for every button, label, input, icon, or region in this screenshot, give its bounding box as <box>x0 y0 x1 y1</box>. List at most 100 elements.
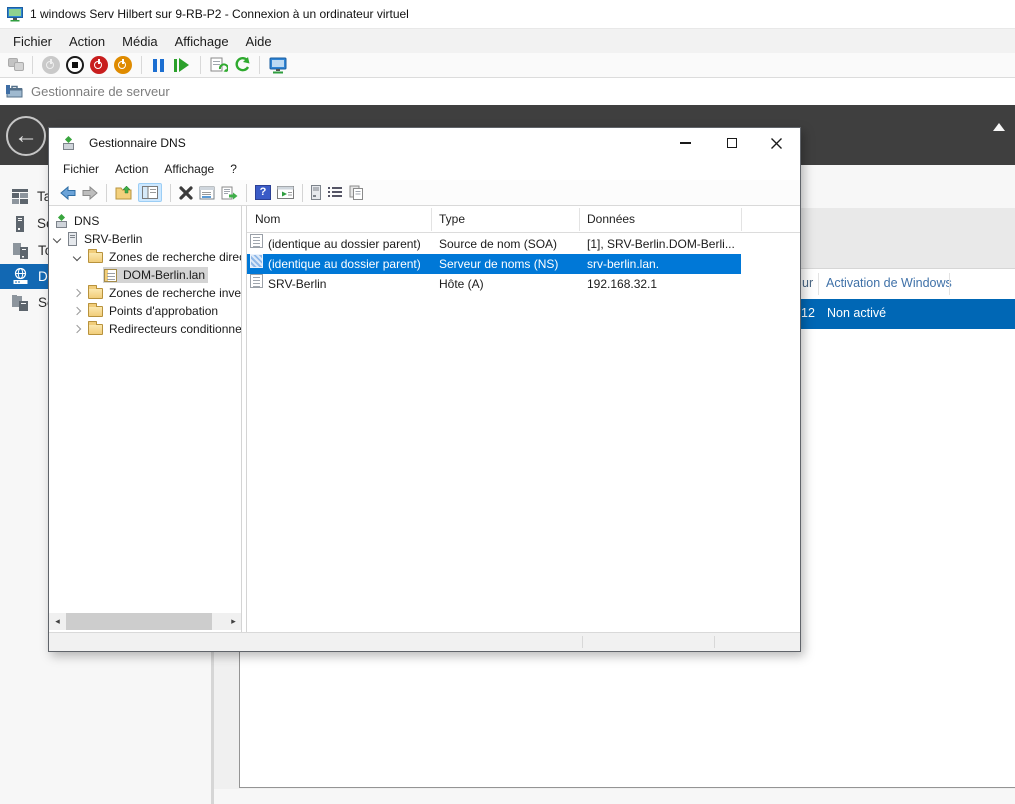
up-one-level-icon[interactable] <box>115 185 132 200</box>
tree-item-reverse-zones[interactable]: Zones de recherche inve <box>49 284 242 302</box>
column-divider[interactable] <box>431 208 432 231</box>
record-row-soa[interactable]: (identique au dossier parent) Source de … <box>247 234 741 254</box>
record-row-host-a[interactable]: SRV-Berlin Hôte (A) 192.168.32.1 <box>247 274 741 294</box>
toolbar-separator <box>141 56 142 74</box>
toolbar-separator <box>200 56 201 74</box>
show-console-tree-icon[interactable] <box>138 183 162 202</box>
toolbar-separator <box>106 184 107 202</box>
file-storage-services-icon <box>12 294 29 311</box>
all-servers-icon <box>12 243 29 259</box>
minimize-button[interactable] <box>663 128 708 158</box>
dns-menu-action[interactable]: Action <box>115 162 148 176</box>
enhanced-session-icon[interactable] <box>269 57 287 74</box>
resume-vm-icon[interactable] <box>174 58 189 72</box>
vm-menu-fichier[interactable]: Fichier <box>13 34 52 49</box>
back-arrow-icon[interactable]: ← <box>6 116 46 156</box>
server-icon[interactable] <box>311 185 321 200</box>
list-view-icon[interactable] <box>327 186 343 200</box>
show-window-icon[interactable] <box>277 186 294 199</box>
sm-selected-server-row[interactable]: 12 Non activé <box>801 299 1015 329</box>
export-list-icon[interactable] <box>221 186 238 200</box>
cell-type: Hôte (A) <box>439 274 484 294</box>
vm-menu-action[interactable]: Action <box>69 34 105 49</box>
close-button[interactable] <box>754 128 799 158</box>
hyperv-monitor-icon <box>7 7 23 22</box>
column-divider[interactable] <box>579 208 580 231</box>
tree-item-dom-berlin-lan[interactable]: DOM-Berlin.lan <box>49 266 242 284</box>
column-header-donnees[interactable]: Données <box>587 212 635 226</box>
tree-item-label: DNS <box>74 214 99 228</box>
folder-icon <box>88 306 103 317</box>
scroll-left-icon[interactable]: ◂ <box>49 613 66 630</box>
sm-tile-strip <box>801 208 1015 269</box>
tree-horizontal-scrollbar[interactable]: ◂ ▸ <box>49 613 242 630</box>
dns-menubar: Fichier Action Affichage ? <box>49 158 800 180</box>
column-divider <box>818 273 819 295</box>
record-row-ns-selected[interactable]: (identique au dossier parent) Serveur de… <box>247 254 741 274</box>
tree-item-label: Zones de recherche inve <box>109 286 241 300</box>
statusbar-divider <box>714 636 715 648</box>
tree-item-forward-zones[interactable]: Zones de recherche direc <box>49 248 242 266</box>
column-header-nom[interactable]: Nom <box>255 212 280 226</box>
cell-nom: SRV-Berlin <box>268 274 326 294</box>
chevron-collapsed-icon[interactable] <box>73 289 81 297</box>
checkpoint-icon[interactable] <box>210 57 228 73</box>
tree-item-srv-berlin[interactable]: SRV-Berlin <box>49 230 242 248</box>
chevron-expanded-icon[interactable] <box>73 253 81 261</box>
vm-window-title: 1 windows Serv Hilbert sur 9-RB-P2 - Con… <box>30 7 409 21</box>
tree-item-conditional-forwarders[interactable]: Redirecteurs conditionne <box>49 320 242 338</box>
scrollbar-thumb[interactable] <box>66 613 212 630</box>
dns-menu-help[interactable]: ? <box>230 162 237 176</box>
chevron-expanded-icon[interactable] <box>53 235 61 243</box>
chevron-collapsed-icon[interactable] <box>73 325 81 333</box>
dns-menu-fichier[interactable]: Fichier <box>63 162 99 176</box>
save-vm-icon[interactable] <box>114 56 132 74</box>
records-list-pane: Nom Type Données (identique au dossier p… <box>246 206 800 632</box>
shut-down-vm-icon[interactable] <box>90 56 108 74</box>
ctrl-alt-del-icon[interactable] <box>8 58 26 72</box>
sm-column-activation[interactable]: Activation de Windows <box>826 276 952 290</box>
pause-vm-icon[interactable] <box>153 59 164 72</box>
revert-icon[interactable] <box>234 57 250 73</box>
dashboard-icon <box>12 189 28 204</box>
turn-off-vm-icon[interactable] <box>66 56 84 74</box>
cell-donnees: 192.168.32.1 <box>587 274 657 294</box>
cell-donnees: srv-berlin.lan. <box>587 254 659 274</box>
tree-item-label: DOM-Berlin.lan <box>123 268 205 282</box>
column-header-type[interactable]: Type <box>439 212 465 226</box>
server-manager-title[interactable]: Gestionnaire de serveur <box>31 84 170 99</box>
toolbar-separator <box>259 56 260 74</box>
folder-icon <box>88 288 103 299</box>
column-divider[interactable] <box>741 208 742 231</box>
chevron-collapsed-icon[interactable] <box>73 307 81 315</box>
help-icon[interactable]: ? <box>255 185 271 200</box>
tree-item-dns-root[interactable]: DNS <box>49 212 242 230</box>
folder-icon <box>88 324 103 335</box>
sm-column-fragment: ur <box>802 276 813 290</box>
dns-menu-affichage[interactable]: Affichage <box>164 162 214 176</box>
tree-item-label: Points d'approbation <box>109 304 218 318</box>
delete-icon[interactable] <box>179 186 193 200</box>
properties-icon[interactable] <box>199 186 215 200</box>
dns-toolbar: ? <box>49 180 800 206</box>
vm-menu-media[interactable]: Média <box>122 34 157 49</box>
cell-nom: (identique au dossier parent) <box>268 234 421 254</box>
toolbar-separator <box>246 184 247 202</box>
toolbar-separator <box>170 184 171 202</box>
tree-item-trust-points[interactable]: Points d'approbation <box>49 302 242 320</box>
dns-body: DNS SRV-Berlin Zones de recherche direc … <box>49 206 800 632</box>
virtual-machine-screen: 1 windows Serv Hilbert sur 9-RB-P2 - Con… <box>0 0 1015 804</box>
toolbar-separator <box>302 184 303 202</box>
scroll-right-icon[interactable]: ▸ <box>225 613 242 630</box>
back-icon[interactable] <box>60 186 76 200</box>
sm-table-header-row: ur Activation de Windows <box>801 269 1015 299</box>
start-vm-icon[interactable] <box>42 56 60 74</box>
vm-menu-affichage[interactable]: Affichage <box>175 34 229 49</box>
record-icon <box>250 254 263 268</box>
sidebar-item-label: D <box>38 269 48 284</box>
maximize-button[interactable] <box>709 128 754 158</box>
tree-item-label: Redirecteurs conditionne <box>109 322 242 336</box>
vm-menu-aide[interactable]: Aide <box>246 34 272 49</box>
forward-icon[interactable] <box>82 186 98 200</box>
copy-icon[interactable] <box>349 185 364 200</box>
